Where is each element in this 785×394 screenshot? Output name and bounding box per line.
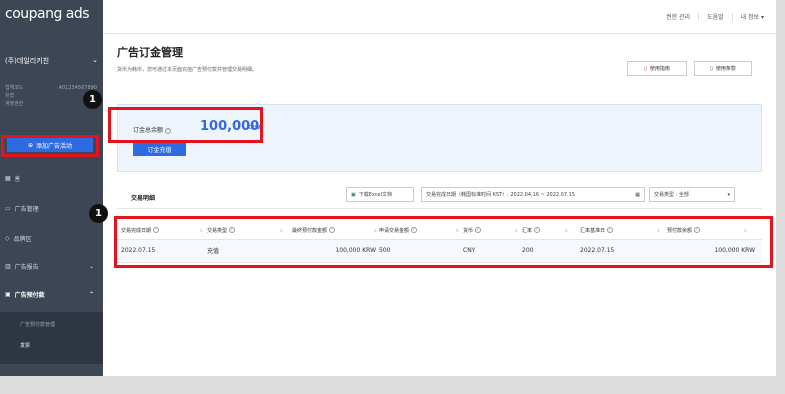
sidebar-subitem-invoice[interactable]: 发票	[20, 342, 30, 349]
grid-icon: ▦	[5, 175, 11, 182]
account-switcher[interactable]: (주)데일리키친 ⌄	[5, 56, 98, 66]
account-name: (주)데일리키친	[5, 57, 50, 65]
charge-button[interactable]: 订金充值	[133, 142, 186, 156]
transactions-title: 交易明细	[131, 195, 156, 202]
page-title: 广告订金管理	[117, 46, 183, 59]
sidebar-item-label: 广告管理	[14, 206, 39, 213]
bar-chart-icon: ▥	[5, 263, 11, 270]
chevron-up-icon: ⌃	[88, 291, 94, 298]
sidebar-subitem-prepayment-management[interactable]: 广告预付款管理	[20, 321, 55, 328]
terms-button[interactable]: ▯ 使用条款	[694, 61, 752, 76]
sidebar: coupang ads (주)데일리키친 ⌄ 업체코드 A01234567890 …	[0, 0, 103, 376]
document-icon: ▯	[710, 65, 713, 72]
pdf-icon: ▯	[644, 65, 647, 72]
help-link[interactable]: 도움말	[707, 12, 724, 21]
excel-icon: ▣	[351, 191, 356, 198]
folder-icon: ▭	[5, 205, 11, 212]
step-badge: 1	[89, 204, 108, 223]
page-subtitle: 货币为韩币，您可通过本页面充值广告预付款并管理交易明细。	[117, 67, 258, 73]
meta-label: 업체코드	[5, 85, 24, 91]
sidebar-item-label: 品牌区	[13, 236, 32, 243]
app-logo[interactable]: coupang ads	[0, 0, 103, 34]
transaction-type-value: 交易类型 : 全部	[654, 192, 689, 198]
gem-icon: ◇	[5, 235, 10, 242]
meta-label: 유형	[5, 93, 15, 99]
chevron-down-icon: ⌄	[92, 56, 98, 64]
sidebar-submenu	[0, 312, 103, 364]
sidebar-item-label: 广告报告	[14, 264, 39, 271]
step-badge: 1	[83, 90, 102, 109]
guide-button-label: 使用指南	[649, 66, 670, 72]
chevron-down-icon: ⌄	[88, 263, 94, 270]
guide-button[interactable]: ▯ 使用指南	[627, 61, 687, 76]
calendar-icon: ▦	[635, 191, 640, 198]
wallet-icon: ▣	[5, 291, 11, 298]
download-excel-button[interactable]: ▣ 下载Excel文档	[346, 187, 414, 202]
divider	[698, 12, 700, 21]
sidebar-item-ad-prepayment[interactable]: ▣ 广告预付款 ⌃	[5, 290, 98, 299]
sidebar-item-ad-management[interactable]: ▭ 广告管理	[5, 204, 98, 213]
highlight-box-add-campaign	[1, 135, 99, 157]
top-bar: 권한 관리 도움말 내 정보 ▾	[103, 0, 776, 34]
sidebar-item-label: 홈	[14, 176, 21, 183]
main-content: 권한 관리 도움말 내 정보 ▾ 广告订金管理 货币为韩币，您可通过本页面充值广…	[103, 0, 776, 376]
my-info-link[interactable]: 내 정보 ▾	[741, 12, 764, 21]
terms-button-label: 使用条款	[715, 66, 736, 72]
download-excel-label: 下载Excel文档	[358, 192, 392, 198]
sidebar-item-brand-zone[interactable]: ◇ 品牌区	[5, 234, 98, 243]
divider	[731, 12, 733, 21]
divider	[117, 208, 762, 209]
meta-label: 계정권한	[5, 101, 24, 107]
sidebar-item-home[interactable]: ▦ 홈	[5, 174, 98, 183]
highlight-box-table	[114, 216, 773, 268]
date-range-picker[interactable]: 交易完成日期（韩国标准时间 KST）: 2022.04.16 ~ 2022.07…	[421, 187, 645, 202]
caret-down-icon: ▾	[727, 191, 730, 198]
permission-link[interactable]: 권한 관리	[666, 12, 690, 21]
sidebar-item-label: 广告预付款	[14, 292, 45, 299]
sidebar-item-ad-report[interactable]: ▥ 广告报告 ⌄	[5, 262, 98, 271]
date-range-value: 交易完成日期（韩国标准时间 KST）: 2022.04.16 ~ 2022.07…	[426, 192, 575, 198]
transaction-type-select[interactable]: 交易类型 : 全部 ▾	[649, 187, 735, 202]
highlight-box-balance	[108, 107, 263, 143]
